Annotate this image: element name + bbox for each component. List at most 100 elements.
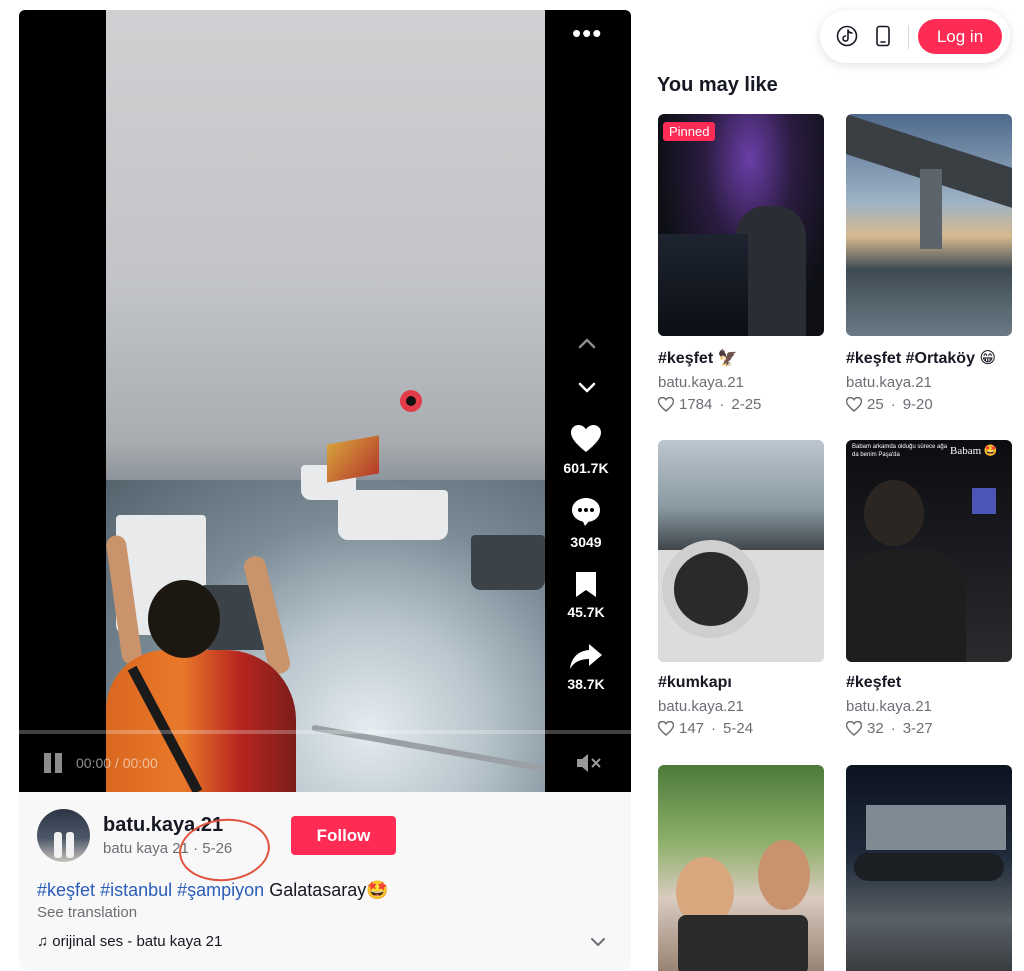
- pause-icon: [44, 753, 51, 773]
- recommended-video-card[interactable]: [658, 765, 824, 971]
- video-flag: [327, 435, 379, 483]
- hashtag-link[interactable]: #şampiyon: [177, 880, 264, 900]
- card-author[interactable]: batu.kaya.21: [846, 374, 1012, 391]
- card-author[interactable]: batu.kaya.21: [658, 698, 824, 715]
- see-translation-link[interactable]: See translation: [37, 904, 137, 921]
- thumb-person: [758, 840, 810, 910]
- card-separator: ·: [719, 396, 725, 413]
- post-info-panel: batu.kaya.21 batu kaya 21 · 5-26 Follow …: [19, 792, 631, 970]
- video-thumbnail[interactable]: [846, 765, 1012, 971]
- card-date: 9-20: [902, 396, 933, 413]
- video-person-head: [148, 580, 220, 658]
- thumb-driver-body: [846, 550, 966, 662]
- share-count: 38.7K: [567, 676, 605, 692]
- chevron-down-icon: [578, 382, 596, 393]
- card-title: #keşfet #Ortaköy 😁: [846, 350, 997, 367]
- thumb-water: [658, 234, 748, 336]
- you-may-like-heading: You may like: [657, 74, 778, 96]
- pause-button[interactable]: [42, 752, 64, 774]
- card-title: #keşfet 🦅: [658, 350, 738, 367]
- video-thumbnail[interactable]: [658, 765, 824, 971]
- get-app-button[interactable]: [872, 25, 894, 47]
- thumb-screen: [972, 488, 996, 514]
- pinned-badge: Pinned: [663, 122, 716, 141]
- heart-icon: [571, 425, 601, 452]
- hashtag-link[interactable]: #keşfet: [37, 880, 95, 900]
- card-title: #keşfet: [846, 674, 902, 691]
- music-link[interactable]: ♫ orijinal ses - batu kaya 21: [37, 933, 222, 950]
- card-date: 5-24: [723, 720, 754, 737]
- video-person-strap: [127, 665, 203, 792]
- card-date: 3-27: [902, 720, 933, 737]
- thumb-steering-wheel: [662, 540, 760, 638]
- thumb-jet: [854, 853, 1004, 881]
- login-button[interactable]: Log in: [918, 19, 1002, 54]
- follow-button[interactable]: Follow: [291, 816, 396, 855]
- recommended-video-card[interactable]: #keşfet #Ortaköy 😁 batu.kaya.21 25 · 9-2…: [846, 114, 1012, 413]
- comment-count: 3049: [570, 534, 602, 550]
- video-thumbnail[interactable]: Babam arkamda olduğu sürece ağa da benim…: [846, 440, 1012, 662]
- avatar-figure: [66, 832, 74, 858]
- card-meta: 1784 · 2-25: [658, 396, 824, 413]
- avatar[interactable]: [37, 809, 90, 862]
- recommended-video-card[interactable]: Babam arkamda olduğu sürece ağa da benim…: [846, 440, 1012, 737]
- more-options-button[interactable]: •••: [572, 20, 602, 54]
- display-name: batu kaya 21: [103, 840, 189, 857]
- music-note-icon: ♫: [37, 933, 49, 950]
- chevron-up-icon: [578, 338, 596, 349]
- pause-icon: [55, 753, 62, 773]
- like-button[interactable]: 601.7K: [549, 424, 623, 476]
- thumb-driver: [864, 480, 924, 546]
- recommended-video-card[interactable]: [846, 765, 1012, 971]
- card-meta: 147 · 5-24: [658, 720, 824, 737]
- thumb-overlay-caption: Babam arkamda olduğu sürece ağa da benim…: [852, 444, 948, 458]
- video-thumbnail[interactable]: [658, 440, 824, 662]
- video-thumbnail[interactable]: Pinned: [658, 114, 824, 336]
- recommended-video-card[interactable]: Pinned #keşfet 🦅 batu.kaya.21 1784 · 2-2…: [658, 114, 824, 413]
- comment-icon: [572, 498, 600, 526]
- video-thumbnail[interactable]: [846, 114, 1012, 336]
- video-boat: [338, 490, 448, 540]
- heart-outline-icon: [658, 397, 674, 412]
- expand-description-button[interactable]: [589, 935, 607, 949]
- chevron-down-icon: [591, 938, 605, 946]
- music-title: orijinal ses - batu kaya 21: [52, 933, 223, 950]
- thumb-bridge-pillar: [920, 169, 942, 249]
- previous-video-button[interactable]: [574, 330, 600, 356]
- heart-outline-icon: [846, 721, 862, 736]
- share-button[interactable]: 38.7K: [549, 642, 623, 692]
- post-caption: #keşfet #istanbul #şampiyon Galatasaray🤩: [37, 880, 389, 901]
- video-frame[interactable]: [106, 10, 545, 792]
- card-separator: ·: [890, 720, 896, 737]
- video-player[interactable]: ••• 601.7K 3049 45.7K 38.7K 00:00 / 00:0…: [19, 10, 631, 792]
- tiktok-logo-icon: [836, 25, 858, 47]
- tiktok-app-button[interactable]: [836, 25, 858, 47]
- card-title: #kumkapı: [658, 674, 732, 691]
- hashtag-link[interactable]: #istanbul: [100, 880, 172, 900]
- heart-outline-icon: [846, 397, 862, 412]
- heart-outline-icon: [658, 721, 674, 736]
- share-arrow-icon: [570, 644, 602, 669]
- save-count: 45.7K: [567, 604, 605, 620]
- card-like-count: 25: [867, 396, 884, 413]
- card-like-count: 32: [867, 720, 884, 737]
- card-author[interactable]: batu.kaya.21: [846, 698, 1012, 715]
- thumb-cart: [678, 915, 808, 971]
- save-button[interactable]: 45.7K: [549, 570, 623, 620]
- record-dot-icon: [400, 390, 422, 412]
- like-count: 601.7K: [563, 460, 609, 476]
- bookmark-icon: [576, 572, 596, 597]
- thumb-hangar: [866, 805, 1006, 850]
- comment-button[interactable]: 3049: [549, 496, 623, 550]
- card-meta: 32 · 3-27: [846, 720, 1012, 737]
- thumb-overlay-text: Babam 🤩: [950, 445, 998, 457]
- mute-button[interactable]: [575, 752, 603, 774]
- next-video-button[interactable]: [574, 374, 600, 400]
- card-date: 2-25: [731, 396, 762, 413]
- video-progress-bar[interactable]: [19, 730, 631, 734]
- top-toolbar: Log in: [820, 10, 1010, 63]
- recommended-video-card[interactable]: #kumkapı batu.kaya.21 147 · 5-24: [658, 440, 824, 737]
- card-meta: 25 · 9-20: [846, 396, 1012, 413]
- card-author[interactable]: batu.kaya.21: [658, 374, 824, 391]
- volume-muted-icon: [577, 754, 601, 772]
